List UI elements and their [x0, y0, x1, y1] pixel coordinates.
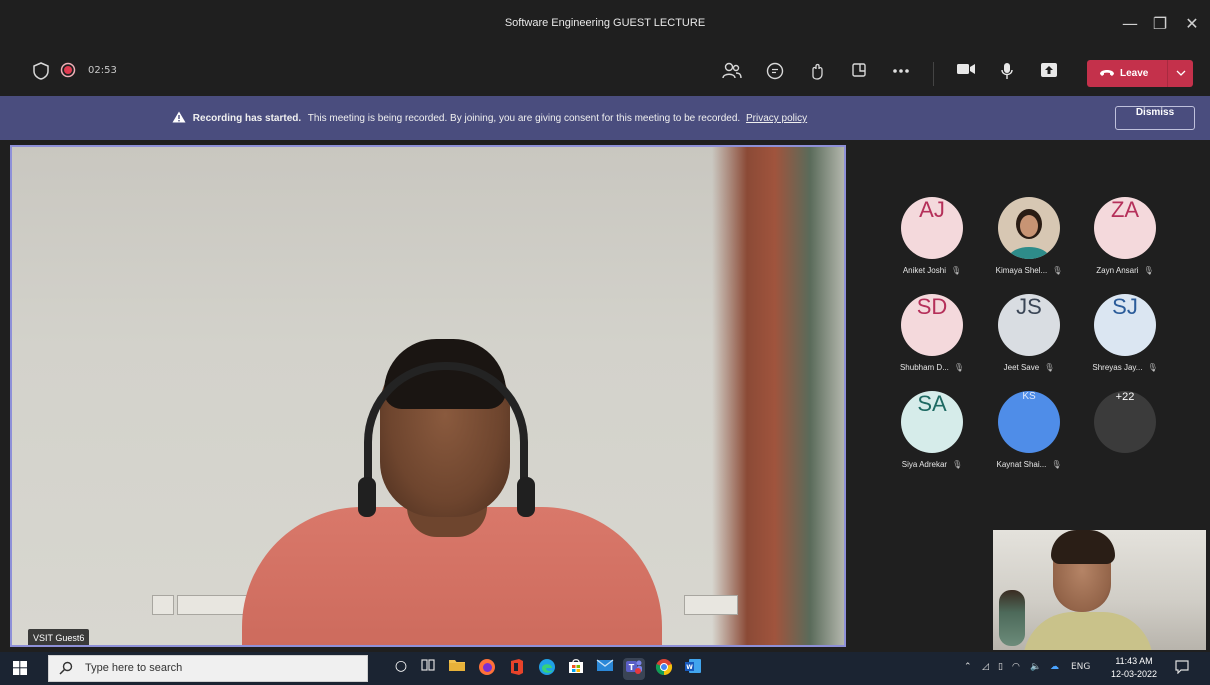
- teams-icon[interactable]: T: [623, 658, 645, 680]
- chat-icon[interactable]: [764, 62, 786, 84]
- headset-left-earcup: [358, 477, 376, 517]
- participant-name-shubham: Shubham D... 🎙: [899, 363, 965, 372]
- mic-off-icon: 🎙: [1052, 266, 1063, 275]
- mic-off-icon: 🎙: [1044, 363, 1055, 372]
- phone-icon: [1100, 70, 1114, 77]
- toolbar-divider: [933, 62, 934, 86]
- recording-heading: Recording has started.: [192, 113, 302, 124]
- window-title: Software Engineering GUEST LECTURE: [504, 17, 706, 29]
- participant-name-siya-adrekar: Siya Adrekar 🎙: [901, 460, 963, 469]
- volume-icon[interactable]: 🔈: [1030, 662, 1041, 672]
- video-wall-socket: [152, 595, 174, 615]
- word-icon[interactable]: W: [682, 658, 704, 680]
- mic-off-icon: 🎙: [1143, 266, 1154, 275]
- mic-icon[interactable]: [996, 62, 1018, 84]
- taskbar-search-box[interactable]: Type here to search: [48, 655, 368, 682]
- notifications-icon[interactable]: [1175, 660, 1189, 677]
- video-wall-switchboard-right: [684, 595, 738, 615]
- svg-text:T: T: [629, 663, 635, 672]
- meeting-timer: 02:53: [88, 65, 117, 76]
- self-video-hair: [1051, 530, 1115, 564]
- windows-start-icon[interactable]: [13, 661, 27, 675]
- recording-consent-text: This meeting is being recorded. By joini…: [307, 113, 741, 124]
- camera-icon[interactable]: [955, 62, 977, 84]
- leave-options-chevron-down-icon[interactable]: [1167, 60, 1193, 87]
- participant-avatar-kimaya[interactable]: [998, 197, 1060, 259]
- participant-avatar-jeet-save[interactable]: JS: [998, 294, 1060, 356]
- participant-name-kimaya: Kimaya Shel... 🎙: [995, 266, 1063, 275]
- network-icon[interactable]: ◿: [982, 662, 989, 672]
- participant-name-shreyas: Shreyas Jay... 🎙: [1092, 363, 1158, 372]
- recording-dot-icon: [57, 62, 79, 84]
- mic-off-icon: 🎙: [950, 266, 962, 275]
- cortana-icon[interactable]: ○: [390, 658, 412, 680]
- participant-avatar-kaynat[interactable]: KS: [998, 391, 1060, 453]
- participant-name-zayn-ansari: Zayn Ansari 🎙: [1096, 266, 1154, 275]
- leave-button[interactable]: Leave: [1087, 60, 1193, 87]
- file-explorer-icon[interactable]: [446, 658, 468, 680]
- search-icon: [59, 661, 73, 679]
- clock-date: 12-03-2022: [1110, 669, 1158, 679]
- participant-name-aniket-joshi: Aniket Joshi 🎙: [902, 266, 962, 275]
- kimaya-profile-photo: [998, 197, 1060, 259]
- language-indicator[interactable]: ENG: [1071, 662, 1090, 672]
- mail-icon[interactable]: [594, 658, 616, 680]
- privacy-policy-link[interactable]: Privacy policy: [746, 113, 807, 124]
- chrome-icon[interactable]: [653, 658, 675, 680]
- shield-icon[interactable]: [30, 62, 52, 84]
- meeting-toolbar: 02:53 Leave: [0, 50, 1210, 96]
- participant-avatar-aniket-joshi[interactable]: AJ: [901, 197, 963, 259]
- mic-off-icon: 🎙: [1147, 363, 1158, 372]
- video-background-curtain: [712, 147, 844, 645]
- mic-off-icon: 🎙: [952, 460, 963, 469]
- participants-icon[interactable]: [721, 62, 743, 84]
- search-placeholder: Type here to search: [85, 662, 183, 674]
- tray-chevron-up-icon[interactable]: ⌃: [964, 662, 972, 672]
- participant-name-jeet-save: Jeet Save 🎙: [1003, 363, 1055, 372]
- main-video-feed[interactable]: VSIT Guest6: [10, 145, 846, 647]
- participant-avatar-shreyas[interactable]: SJ: [1094, 294, 1156, 356]
- maximize-button[interactable]: ❐: [1148, 12, 1172, 36]
- microsoft-store-icon[interactable]: [565, 658, 587, 680]
- task-view-icon[interactable]: [417, 658, 439, 680]
- speaker-name-badge: VSIT Guest6: [28, 629, 90, 645]
- participant-avatar-zayn-ansari[interactable]: ZA: [1094, 197, 1156, 259]
- recording-banner: Recording has started. This meeting is b…: [0, 96, 1210, 140]
- mic-off-icon: 🎙: [1051, 460, 1062, 469]
- rooms-icon[interactable]: [848, 62, 870, 84]
- wifi-icon[interactable]: ◠: [1012, 662, 1020, 672]
- self-video-preview[interactable]: [993, 530, 1206, 650]
- warning-icon: [172, 111, 186, 123]
- close-button[interactable]: ✕: [1180, 12, 1204, 36]
- firefox-icon[interactable]: [476, 658, 498, 680]
- edge-icon[interactable]: [536, 658, 558, 680]
- leave-label: Leave: [1120, 68, 1149, 79]
- recording-message: Recording has started. This meeting is b…: [172, 111, 807, 124]
- more-participants-button[interactable]: +22: [1094, 391, 1156, 453]
- windows-taskbar: Type here to search ○ T W ⌃ ◿ ▯ ◠ 🔈 ☁ EN…: [0, 652, 1210, 685]
- participant-avatar-siya-adrekar[interactable]: SA: [901, 391, 963, 453]
- taskbar-clock[interactable]: 11:43 AM 12-03-2022: [1104, 655, 1164, 681]
- self-video-shirt: [1023, 612, 1153, 650]
- svg-text:W: W: [686, 664, 693, 671]
- minimize-button[interactable]: —: [1118, 12, 1142, 36]
- more-options-icon[interactable]: [890, 62, 912, 84]
- title-bar: Software Engineering GUEST LECTURE — ❐ ✕: [0, 0, 1210, 50]
- participant-name-kaynat: Kaynat Shai... 🎙: [996, 460, 1062, 469]
- clock-time: 11:43 AM: [1115, 656, 1153, 666]
- meeting-stage: VSIT Guest6 AJ Aniket Joshi 🎙 Kimaya Shel…: [0, 140, 1210, 652]
- office-icon[interactable]: [506, 658, 528, 680]
- leave-button-main[interactable]: Leave: [1087, 60, 1167, 87]
- dismiss-button[interactable]: Dismiss: [1115, 106, 1195, 130]
- participant-avatar-shubham[interactable]: SD: [901, 294, 963, 356]
- headset-right-earcup: [517, 477, 535, 517]
- onedrive-icon[interactable]: ☁: [1050, 662, 1059, 672]
- mic-off-icon: 🎙: [953, 363, 965, 372]
- battery-icon[interactable]: ▯: [998, 662, 1003, 672]
- reactions-icon[interactable]: [806, 62, 828, 84]
- share-screen-icon[interactable]: [1038, 62, 1060, 84]
- video-wall-switchboard: [177, 595, 249, 615]
- self-video-background-person: [999, 590, 1025, 646]
